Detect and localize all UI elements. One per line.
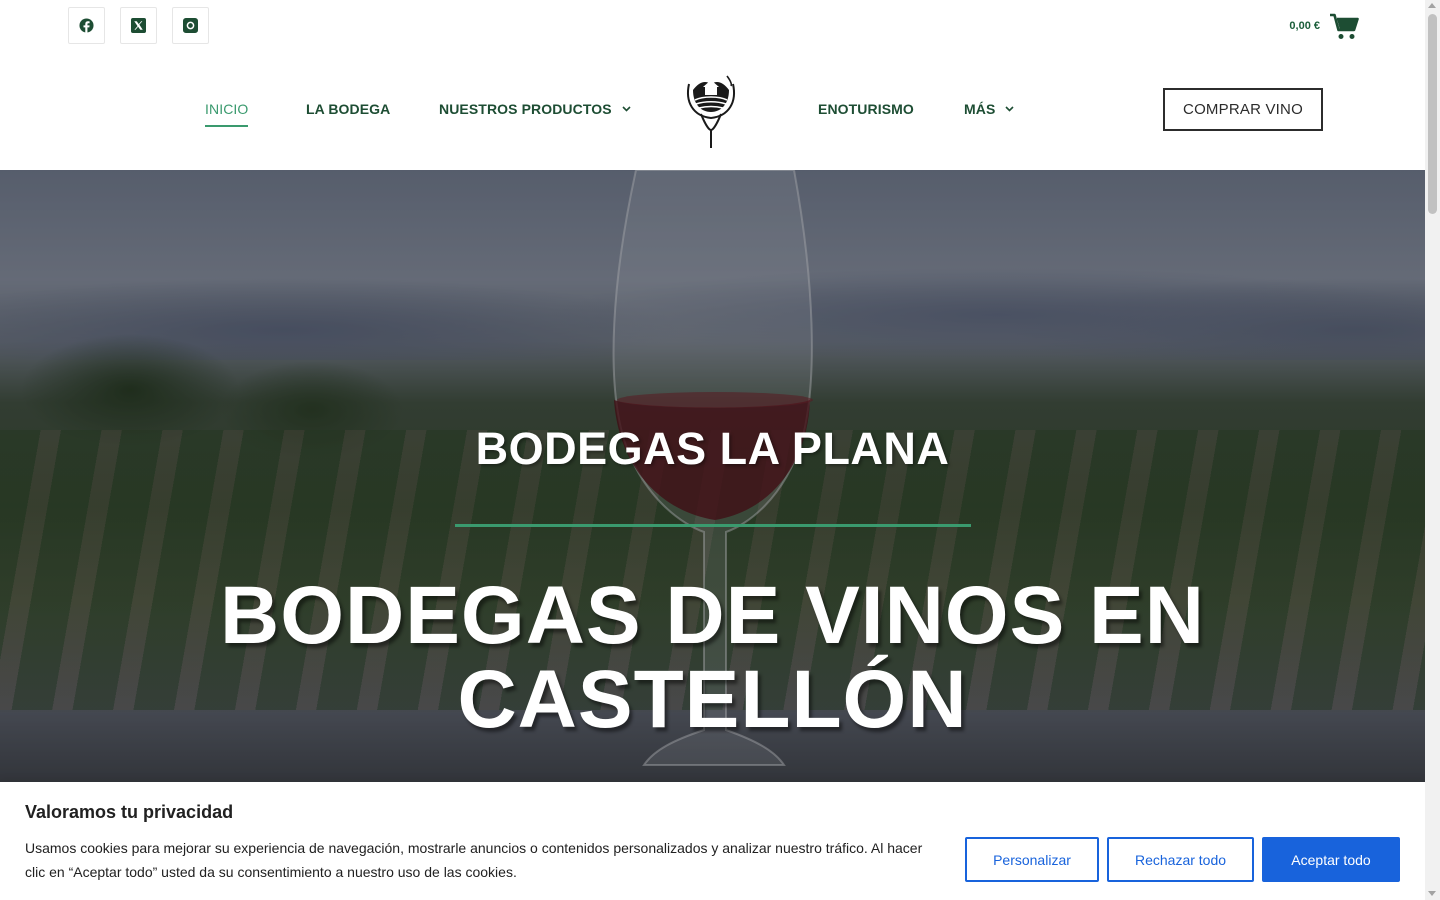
cookie-text: Usamos cookies para mejorar su experienc… (25, 840, 923, 880)
top-bar: 0,00 € (0, 0, 1425, 52)
buy-wine-button[interactable]: COMPRAR VINO (1163, 88, 1323, 131)
reject-all-button[interactable]: Rechazar todo (1107, 837, 1254, 882)
chevron-down-icon (1005, 106, 1014, 112)
nav-item-la-bodega[interactable]: LA BODEGA (306, 101, 390, 117)
nav-item-label: ENOTURISMO (818, 101, 914, 117)
cookie-banner: Valoramos tu privacidad Usamos cookies p… (0, 782, 1425, 900)
cart-amount: 0,00 € (1289, 20, 1320, 32)
wine-glass-logo-icon (687, 75, 735, 148)
nav-item-label: LA BODEGA (306, 101, 391, 117)
nav-item-label: MÁS (964, 101, 996, 117)
shopping-cart-icon (1330, 13, 1359, 39)
scrollbar-thumb[interactable] (1428, 14, 1437, 214)
hero-title-line: CASTELLÓN (457, 654, 968, 745)
hero-banner: BODEGAS LA PLANA BODEGAS DE VINOS EN CAS… (0, 170, 1425, 782)
facebook-link[interactable] (68, 7, 105, 44)
nav-item-inicio[interactable]: INICIO (205, 101, 249, 127)
hero-subtitle: BODEGAS LA PLANA (475, 423, 950, 474)
x-twitter-link[interactable] (120, 7, 157, 44)
nav-item-label: INICIO (205, 101, 249, 117)
customize-button[interactable]: Personalizar (965, 837, 1099, 882)
scroll-up-arrow-icon[interactable] (1428, 3, 1436, 8)
nav-item-label: NUESTROS PRODUCTOS (439, 101, 612, 117)
cart[interactable]: 0,00 € (1289, 12, 1359, 40)
nav-item-enoturismo[interactable]: ENOTURISMO (818, 101, 914, 117)
facebook-icon (79, 18, 94, 33)
instagram-link[interactable] (172, 7, 209, 44)
x-twitter-icon (131, 18, 146, 33)
accept-all-button[interactable]: Aceptar todo (1262, 837, 1400, 882)
logo[interactable] (683, 74, 739, 150)
main-nav: INICIO LA BODEGA NUESTROS PRODUCTOS ENOT… (0, 52, 1425, 170)
chevron-down-icon (622, 106, 631, 112)
hero-title: BODEGAS DE VINOS EN CASTELLÓN (0, 574, 1425, 742)
nav-item-nuestros-productos[interactable]: NUESTROS PRODUCTOS (439, 101, 631, 117)
hero-divider (455, 524, 971, 527)
hero-title-line: BODEGAS DE VINOS EN (220, 570, 1205, 661)
nav-item-mas[interactable]: MÁS (964, 101, 1014, 117)
instagram-icon (183, 18, 198, 33)
scrollbar[interactable] (1425, 0, 1440, 900)
cookie-title: Valoramos tu privacidad (25, 802, 234, 822)
scroll-down-arrow-icon[interactable] (1428, 891, 1436, 896)
page: 0,00 € INICIO LA BODEGA NUESTROS PRODUCT… (0, 0, 1440, 900)
